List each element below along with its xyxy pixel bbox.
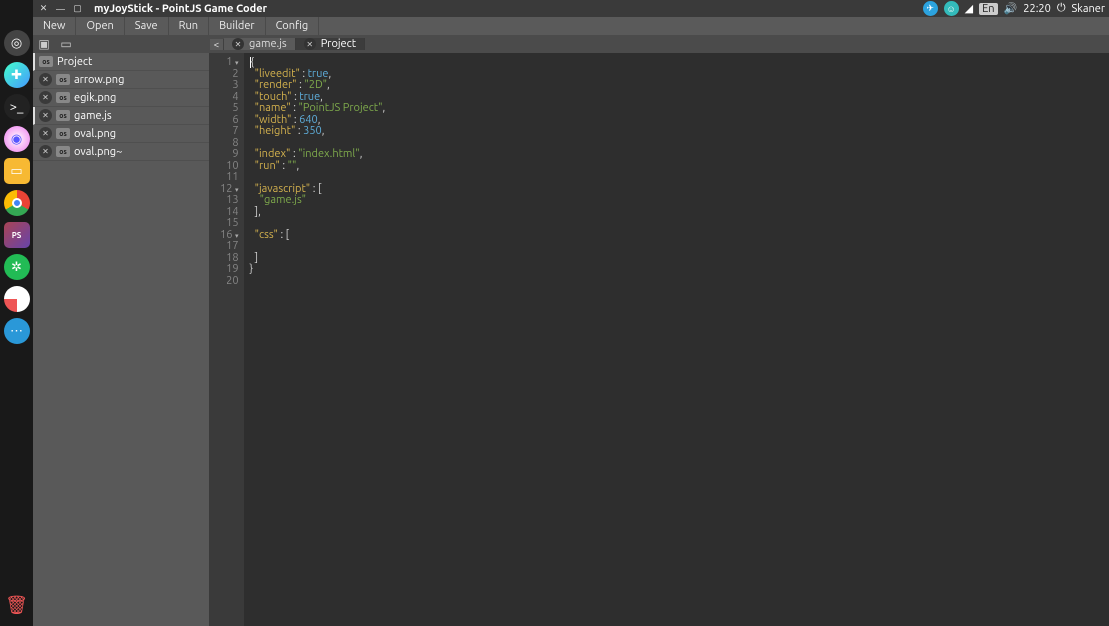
minimize-window-button[interactable]: —: [54, 2, 67, 15]
dock-terminal-icon[interactable]: >_: [4, 94, 30, 120]
delete-icon[interactable]: ✕: [39, 109, 52, 122]
dock-trash-icon[interactable]: 🗑: [5, 595, 28, 626]
tree-item-egik[interactable]: ✕ os egik.png: [33, 89, 209, 107]
tree-item-label: Project: [57, 56, 92, 68]
close-icon[interactable]: ✕: [304, 38, 316, 50]
editor-area: 1 ▾2 3 4 5 6 7 8 9 10 11 12 ▾13 14 15 16…: [210, 53, 1109, 626]
line-gutter: 1 ▾2 3 4 5 6 7 8 9 10 11 12 ▾13 14 15 16…: [210, 53, 244, 626]
tree-item-label: egik.png: [74, 92, 116, 104]
menu-run[interactable]: Run: [169, 17, 209, 35]
dock-chrome-icon[interactable]: [4, 190, 30, 216]
delete-icon[interactable]: ✕: [39, 145, 52, 158]
file-tree: os Project ✕ os arrow.png ✕ os egik.png …: [33, 53, 210, 626]
tree-root-project[interactable]: os Project: [33, 53, 209, 71]
dock-ubuntu-icon[interactable]: ◎: [4, 30, 30, 56]
toolbar-row: ▣ ▭ < ✕ game.js ✕ Project: [33, 35, 1109, 53]
tab-project[interactable]: ✕ Project: [296, 38, 365, 50]
main-area: os Project ✕ os arrow.png ✕ os egik.png …: [33, 53, 1109, 626]
tab-label: game.js: [249, 38, 287, 50]
menu-new[interactable]: New: [33, 17, 76, 35]
code-editor[interactable]: 1 ▾2 3 4 5 6 7 8 9 10 11 12 ▾13 14 15 16…: [210, 53, 1109, 626]
menu-builder[interactable]: Builder: [209, 17, 266, 35]
dock-files-icon[interactable]: ▭: [4, 158, 30, 184]
dock-app1-icon[interactable]: ✚: [4, 62, 30, 88]
dock-more-icon[interactable]: ⋯: [4, 318, 30, 344]
tray-volume-icon[interactable]: 🔊: [1004, 2, 1018, 15]
file-badge-icon: os: [39, 56, 53, 67]
tree-item-oval-backup[interactable]: ✕ os oval.png~: [33, 143, 209, 161]
maximize-window-button[interactable]: ▢: [71, 2, 84, 15]
dock-atom-icon[interactable]: ✲: [4, 254, 30, 280]
tree-item-oval[interactable]: ✕ os oval.png: [33, 125, 209, 143]
tray-wifi-icon[interactable]: ◢: [965, 2, 973, 15]
toolbar-window-icon[interactable]: ▣: [33, 36, 55, 52]
dock-camera-icon[interactable]: ◉: [4, 126, 30, 152]
tree-item-label: oval.png~: [74, 146, 122, 158]
tray-clock[interactable]: 22:20: [1023, 3, 1051, 15]
delete-icon[interactable]: ✕: [39, 91, 52, 104]
dock-disk-icon[interactable]: [4, 286, 30, 312]
menubar: New Open Save Run Builder Config: [33, 17, 1109, 35]
file-badge-icon: os: [56, 92, 70, 103]
tray-language-indicator[interactable]: En: [979, 3, 997, 15]
close-window-button[interactable]: ✕: [37, 2, 50, 15]
titlebar: ✕ — ▢ myJoyStick - PointJS Game Coder ✈ …: [33, 0, 1109, 17]
close-icon[interactable]: ✕: [232, 38, 244, 50]
tab-label: Project: [321, 38, 356, 50]
tray-username[interactable]: Skaner: [1072, 3, 1105, 15]
tree-item-gamejs[interactable]: ✕ os game.js: [33, 107, 209, 125]
window-title: myJoyStick - PointJS Game Coder: [94, 3, 267, 15]
toolbar-folder-icon[interactable]: ▭: [55, 36, 77, 52]
app-window: ✕ — ▢ myJoyStick - PointJS Game Coder ✈ …: [33, 0, 1109, 626]
tree-item-label: oval.png: [74, 128, 116, 140]
tree-item-label: arrow.png: [74, 74, 124, 86]
os-dock: ◎ ✚ >_ ◉ ▭ PS ✲ ⋯ 🗑: [0, 0, 33, 626]
tab-gamejs[interactable]: ✕ game.js: [224, 38, 296, 50]
menu-open[interactable]: Open: [76, 17, 124, 35]
file-badge-icon: os: [56, 110, 70, 121]
tray-power-icon[interactable]: ⏻: [1057, 2, 1066, 15]
tree-item-arrow[interactable]: ✕ os arrow.png: [33, 71, 209, 89]
file-badge-icon: os: [56, 146, 70, 157]
file-badge-icon: os: [56, 128, 70, 139]
dock-phpstorm-icon[interactable]: PS: [4, 222, 30, 248]
delete-icon[interactable]: ✕: [39, 127, 52, 140]
code-content[interactable]: { "liveedit" : true, "render" : "2D", "t…: [244, 53, 392, 626]
tray-app-icon[interactable]: ☺: [944, 1, 959, 16]
menu-save[interactable]: Save: [125, 17, 169, 35]
tabs-scroll-left[interactable]: <: [210, 39, 224, 50]
tree-item-label: game.js: [74, 110, 112, 122]
delete-icon[interactable]: ✕: [39, 73, 52, 86]
file-badge-icon: os: [56, 74, 70, 85]
menu-config[interactable]: Config: [266, 17, 320, 35]
tray-telegram-icon[interactable]: ✈: [923, 1, 938, 16]
